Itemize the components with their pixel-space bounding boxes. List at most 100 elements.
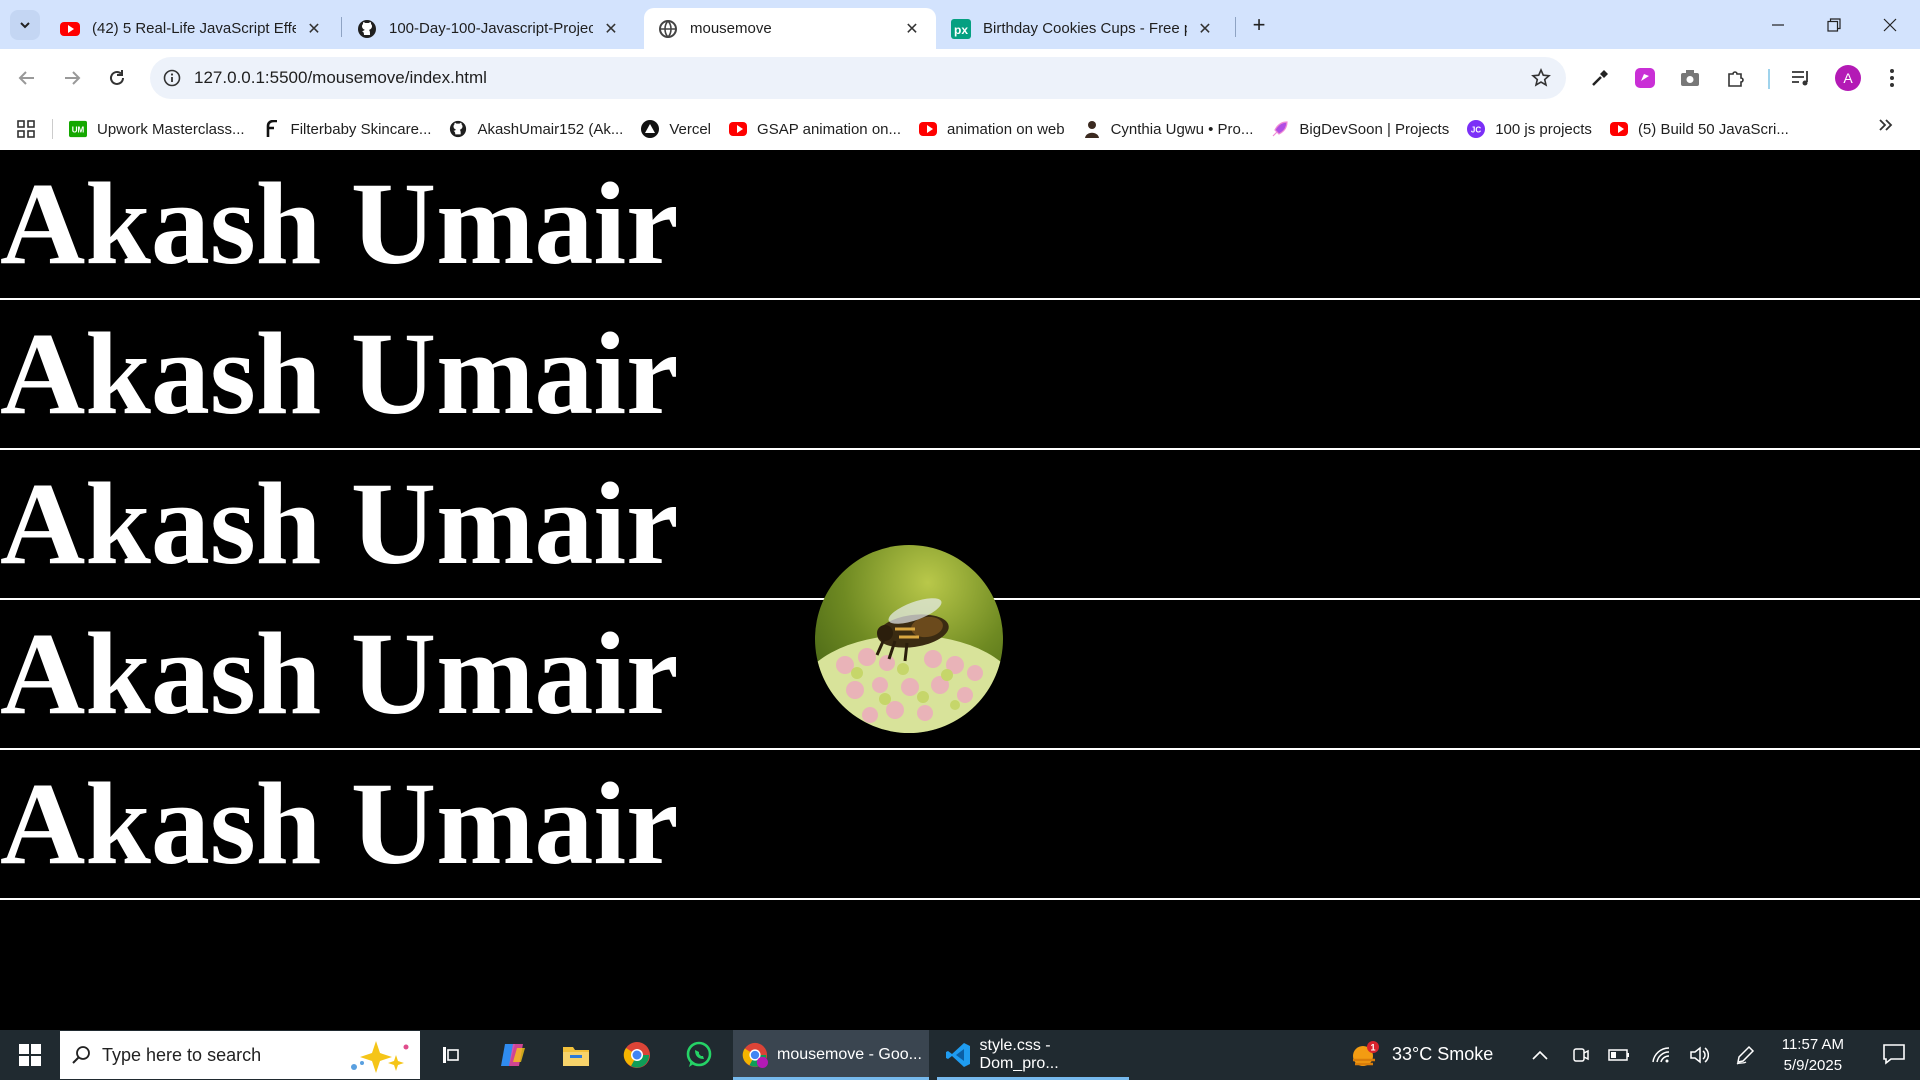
bookmark-100js[interactable]: JC 100 js projects [1459, 114, 1602, 144]
avatar: A [1835, 65, 1861, 91]
bookmark-gsap[interactable]: GSAP animation on... [721, 114, 911, 144]
search-placeholder: Type here to search [102, 1044, 262, 1065]
weather-icon[interactable]: 1 [1345, 1030, 1385, 1080]
chevron-double-right-icon[interactable] [1878, 116, 1894, 139]
name-row[interactable]: Akash Umair [0, 750, 1920, 900]
windows-start-icon[interactable] [0, 1030, 60, 1080]
menu-kebab-icon[interactable] [1876, 62, 1908, 94]
bookmark-build-50[interactable]: (5) Build 50 JavaScri... [1602, 114, 1799, 144]
bookmark-label: Filterbaby Skincare... [290, 120, 432, 138]
bookmark-star-icon[interactable] [1516, 68, 1566, 88]
name-heading: Akash Umair [0, 758, 679, 889]
page-content: Akash Umair Akash Umair Akash Umair Akas… [0, 150, 1920, 1030]
tab-mousemove[interactable]: mousemove ✕ [644, 8, 936, 49]
new-tab-button[interactable]: + [1244, 10, 1274, 40]
filterbaby-icon [263, 120, 281, 138]
chrome-icon [733, 1042, 777, 1068]
cynthia-icon [1083, 120, 1101, 138]
whatsapp-icon[interactable] [671, 1030, 727, 1080]
taskbar-search-input[interactable]: Type here to search [60, 1031, 420, 1079]
restore-button[interactable] [1806, 0, 1862, 49]
task-view-icon[interactable] [422, 1030, 478, 1080]
project-icon: JC [1467, 120, 1486, 138]
chrome-icon[interactable] [609, 1030, 665, 1080]
bookmarks-bar: UM Upwork Masterclass... Filterbaby Skin… [0, 108, 1920, 150]
vscode-icon [937, 1042, 980, 1068]
extension-pink-icon[interactable] [1629, 62, 1661, 94]
wifi-icon[interactable] [1643, 1030, 1679, 1080]
bookmark-upwork[interactable]: UM Upwork Masterclass... [61, 114, 255, 144]
bookmark-label: Vercel [669, 120, 712, 138]
svg-text:JC: JC [1471, 126, 1481, 135]
tab-youtube[interactable]: (42) 5 Real-Life JavaScript Effect ✕ [46, 8, 338, 49]
bookmark-vercel[interactable]: Vercel [633, 114, 721, 144]
clock[interactable]: 11:57 AM 5/9/2025 [1782, 1034, 1844, 1076]
camera-icon[interactable] [1674, 62, 1706, 94]
bookmark-animation-web[interactable]: animation on web [911, 114, 1075, 144]
back-button[interactable] [10, 61, 44, 95]
arrow-left-icon [18, 71, 34, 85]
minimize-icon [1772, 23, 1784, 26]
forward-button[interactable] [55, 61, 89, 95]
taskbar-app-vscode[interactable]: style.css - Dom_pro... [937, 1030, 1129, 1080]
apps-grid-icon[interactable] [0, 120, 52, 138]
media-controls-icon[interactable] [1785, 62, 1817, 94]
bookmark-cynthia[interactable]: Cynthia Ugwu • Pro... [1075, 114, 1264, 144]
copilot-icon[interactable] [485, 1030, 541, 1080]
bookmark-label: GSAP animation on... [757, 120, 902, 138]
url-text[interactable]: 127.0.0.1:5500/mousemove/index.html [194, 68, 1516, 88]
name-heading: Akash Umair [0, 308, 679, 439]
cursor-follow-image [815, 545, 1003, 733]
close-window-button[interactable] [1862, 0, 1918, 49]
extensions-puzzle-icon[interactable] [1720, 62, 1752, 94]
bigdevsoon-icon [1271, 120, 1289, 138]
pen-icon[interactable] [1727, 1030, 1763, 1080]
taskbar-app-label: mousemove - Goo... [777, 1046, 922, 1063]
name-row[interactable]: Akash Umair [0, 300, 1920, 450]
chevron-up-icon[interactable] [1522, 1030, 1558, 1080]
bookmark-github[interactable]: AkashUmair152 (Ak... [441, 114, 633, 144]
file-explorer-icon[interactable] [548, 1030, 604, 1080]
battery-icon[interactable] [1601, 1030, 1637, 1080]
site-info-icon[interactable] [150, 69, 194, 87]
close-icon[interactable]: ✕ [601, 19, 621, 39]
close-icon[interactable]: ✕ [1195, 19, 1215, 39]
youtube-icon [729, 120, 748, 138]
github-icon [449, 120, 467, 138]
clock-date: 5/9/2025 [1783, 1057, 1843, 1074]
upwork-icon: UM [69, 120, 87, 138]
bookmark-label: animation on web [947, 120, 1065, 138]
name-heading: Akash Umair [0, 458, 679, 589]
reload-icon [110, 70, 124, 85]
eyedropper-icon[interactable] [1584, 62, 1616, 94]
reload-button[interactable] [100, 61, 134, 95]
browser-toolbar: 127.0.0.1:5500/mousemove/index.html A [0, 49, 1920, 108]
name-heading: Akash Umair [0, 608, 679, 739]
notification-icon[interactable] [1882, 1042, 1906, 1066]
tab-pexels[interactable]: px Birthday Cookies Cups - Free pl ✕ [937, 8, 1229, 49]
bookmark-label: AkashUmair152 (Ak... [477, 120, 624, 138]
taskbar-app-chrome[interactable]: mousemove - Goo... [733, 1030, 929, 1080]
bookmark-bigdevsoon[interactable]: BigDevSoon | Projects [1263, 114, 1459, 144]
volume-icon[interactable] [1681, 1030, 1717, 1080]
tab-strip: (42) 5 Real-Life JavaScript Effect ✕ 100… [0, 0, 1920, 49]
close-icon[interactable]: ✕ [902, 19, 922, 39]
bookmark-filterbaby[interactable]: Filterbaby Skincare... [255, 114, 442, 144]
minimize-button[interactable] [1750, 0, 1806, 49]
address-bar[interactable]: 127.0.0.1:5500/mousemove/index.html [150, 57, 1566, 99]
tab-title: 100-Day-100-Javascript-Project [389, 20, 593, 37]
youtube-icon [1609, 120, 1628, 138]
weather-text[interactable]: 33°C Smoke [1392, 1044, 1493, 1065]
pexels-icon: px [951, 18, 971, 39]
tab-title: Birthday Cookies Cups - Free pl [983, 20, 1187, 37]
close-icon[interactable]: ✕ [304, 19, 324, 39]
vercel-icon [641, 120, 660, 138]
bookmark-label: Upwork Masterclass... [97, 120, 245, 138]
meet-now-icon[interactable] [1562, 1030, 1598, 1080]
bookmark-label: BigDevSoon | Projects [1299, 120, 1450, 138]
name-row[interactable]: Akash Umair [0, 150, 1920, 300]
search-icon [60, 1045, 102, 1065]
tab-search-button[interactable] [10, 10, 40, 40]
profile-avatar[interactable]: A [1832, 62, 1864, 94]
tab-github[interactable]: 100-Day-100-Javascript-Project ✕ [343, 8, 635, 49]
